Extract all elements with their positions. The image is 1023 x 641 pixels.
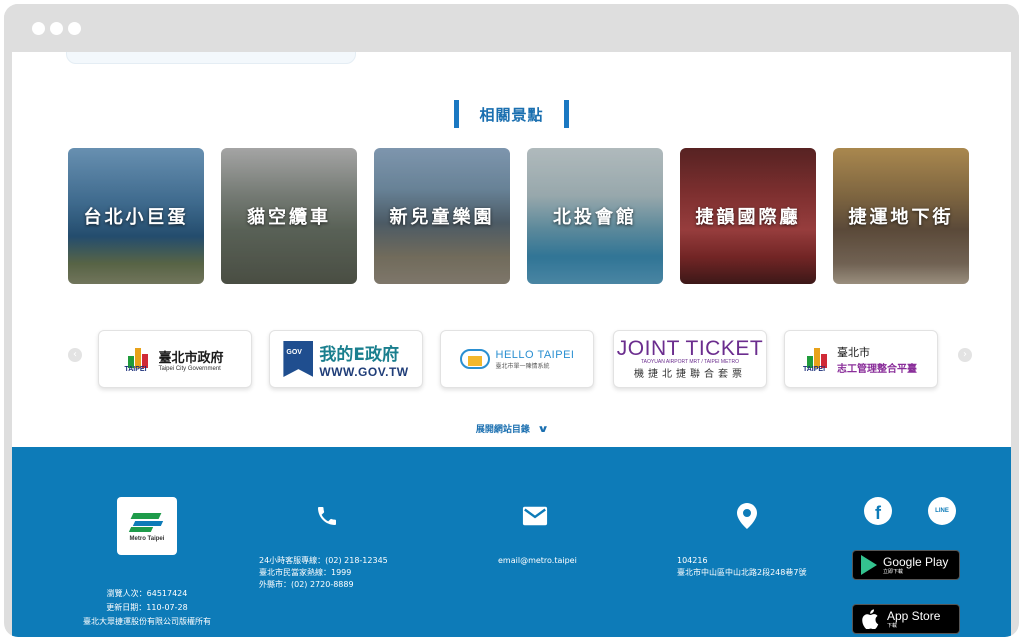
taipei-flag-icon: TAIPEI: [124, 346, 152, 373]
badge-text: GOV: [286, 349, 302, 356]
updated-date: 更新日期：110-07-28: [106, 603, 188, 612]
metro-logo-icon: [128, 511, 166, 533]
mail-icon: [522, 503, 548, 529]
attraction-tile-auditorium[interactable]: 捷韻國際廳: [680, 148, 816, 284]
metro-taipei-logo[interactable]: Metro Taipei: [117, 497, 177, 555]
window-dot-icon: [68, 22, 81, 35]
link-sub: 志工管理整合平臺: [837, 363, 917, 375]
apple-icon: [861, 609, 881, 630]
attraction-label: 新兒童樂園: [389, 207, 495, 228]
attraction-tile-beitou-hall[interactable]: 北投會館: [527, 148, 663, 284]
link-egov[interactable]: GOV 我的E政府 WWW.GOV.TW: [269, 330, 423, 388]
window-dot-icon: [50, 22, 63, 35]
related-links-carousel: ‹ TAIPEI 臺北市政府 Taipei City Government GO…: [68, 324, 972, 394]
link-taipei-gov[interactable]: TAIPEI 臺北市政府 Taipei City Government: [98, 330, 252, 388]
chevron-right-icon[interactable]: ›: [958, 348, 972, 362]
title-bar-right: [563, 100, 569, 128]
taipei-flag-icon: TAIPEI: [803, 346, 831, 373]
link-name: 我的E政府: [319, 344, 400, 365]
link-sub: 臺北市單一陳情系統: [495, 362, 550, 370]
browser-frame: 相關景點 台北小巨蛋 貓空纜車 新兒童樂園 北投會館 捷韻國際廳 捷運地下街 ‹…: [4, 4, 1019, 637]
attraction-tile-underground-mall[interactable]: 捷運地下街: [833, 148, 969, 284]
window-chrome: [4, 4, 1019, 52]
email-link[interactable]: email@metro.taipei: [498, 555, 577, 567]
attraction-tile-arena[interactable]: 台北小巨蛋: [68, 148, 204, 284]
facebook-glyph: f: [875, 502, 881, 523]
link-sub: 機捷北捷聯合套票: [633, 368, 746, 380]
zip-code: 104216: [677, 556, 708, 565]
footer: Metro Taipei 瀏覽人次：64517424 更新日期：110-07-2…: [12, 447, 1011, 637]
phone-line: 24小時客服專線：(02) 218-12345: [259, 556, 388, 565]
line-glyph: LINE: [935, 508, 949, 514]
brand-text: TAIPEI: [124, 366, 147, 373]
phone-line: 外縣市：(02) 2720-8889: [259, 580, 354, 589]
attraction-tile-childrens-park[interactable]: 新兒童樂園: [374, 148, 510, 284]
title-bar-left: [454, 100, 460, 128]
section-title: 相關景點: [479, 105, 544, 124]
app-store-button[interactable]: App Store 下載: [852, 604, 960, 634]
footer-stats: 瀏覽人次：64517424 更新日期：110-07-28 臺北大眾捷運股份有限公…: [72, 587, 222, 629]
phone-info: 24小時客服專線：(02) 218-12345 臺北市民當家熱線：1999 外縣…: [259, 555, 388, 591]
views-count: 瀏覽人次：64517424: [106, 589, 188, 598]
link-joint-ticket[interactable]: JOINT TICKET TAOYUAN AIRPORT MRT / TAIPE…: [613, 330, 767, 388]
link-name: JOINT TICKET: [616, 336, 764, 360]
line-icon[interactable]: LINE: [928, 497, 956, 525]
link-volunteer[interactable]: TAIPEI 臺北市 志工管理整合平臺: [784, 330, 938, 388]
gov-badge-icon: GOV: [283, 341, 314, 377]
copyright: 臺北大眾捷運股份有限公司版權所有: [83, 617, 211, 626]
attractions-grid: 台北小巨蛋 貓空纜車 新兒童樂園 北投會館 捷韻國際廳 捷運地下街: [68, 148, 970, 284]
link-url: WWW.GOV.TW: [319, 364, 409, 379]
store-name: App Store: [887, 608, 941, 623]
attraction-tile-maokong[interactable]: 貓空纜車: [221, 148, 357, 284]
expand-label: 展開網站目錄: [475, 425, 530, 435]
store-sub: 立即下載: [883, 568, 904, 575]
expand-sitemap-button[interactable]: 展開網站目錄 ∨: [12, 422, 1011, 435]
previous-card: [66, 52, 356, 64]
window-dot-icon: [32, 22, 45, 35]
link-name: HELLO TAIPEI: [495, 348, 575, 361]
address-info: 104216 臺北市中山區中山北路2段248巷7號: [677, 555, 806, 579]
brand-text: TAIPEI: [803, 366, 826, 373]
link-en: Taipei City Government: [158, 365, 221, 372]
cloud-mail-icon: [459, 347, 490, 371]
attraction-label: 貓空纜車: [247, 207, 331, 228]
attraction-label: 捷運地下街: [848, 207, 954, 228]
page-viewport: 相關景點 台北小巨蛋 貓空纜車 新兒童樂園 北投會館 捷韻國際廳 捷運地下街 ‹…: [12, 52, 1011, 637]
link-name: 臺北市政府: [158, 350, 224, 366]
attraction-label: 北投會館: [553, 207, 637, 228]
facebook-icon[interactable]: f: [864, 497, 892, 525]
logo-text: Metro Taipei: [129, 535, 165, 542]
phone-icon: [314, 503, 340, 529]
address-line: 臺北市中山區中山北路2段248巷7號: [677, 568, 807, 577]
google-play-button[interactable]: Google Play 立即下載: [852, 550, 960, 580]
link-name: 臺北市: [837, 345, 870, 359]
store-sub: 下載: [887, 622, 898, 629]
section-header: 相關景點: [12, 100, 1011, 128]
store-name: Google Play: [883, 554, 949, 569]
google-play-icon: [861, 555, 877, 575]
chevron-left-icon[interactable]: ‹: [68, 348, 82, 362]
attraction-label: 台北小巨蛋: [83, 207, 189, 228]
attraction-label: 捷韻國際廳: [695, 207, 801, 228]
location-pin-icon: [734, 503, 760, 529]
link-hello-taipei[interactable]: HELLO TAIPEI 臺北市單一陳情系統: [440, 330, 594, 388]
phone-line: 臺北市民當家熱線：1999: [259, 568, 352, 577]
chevron-down-icon: ∨: [536, 424, 550, 435]
